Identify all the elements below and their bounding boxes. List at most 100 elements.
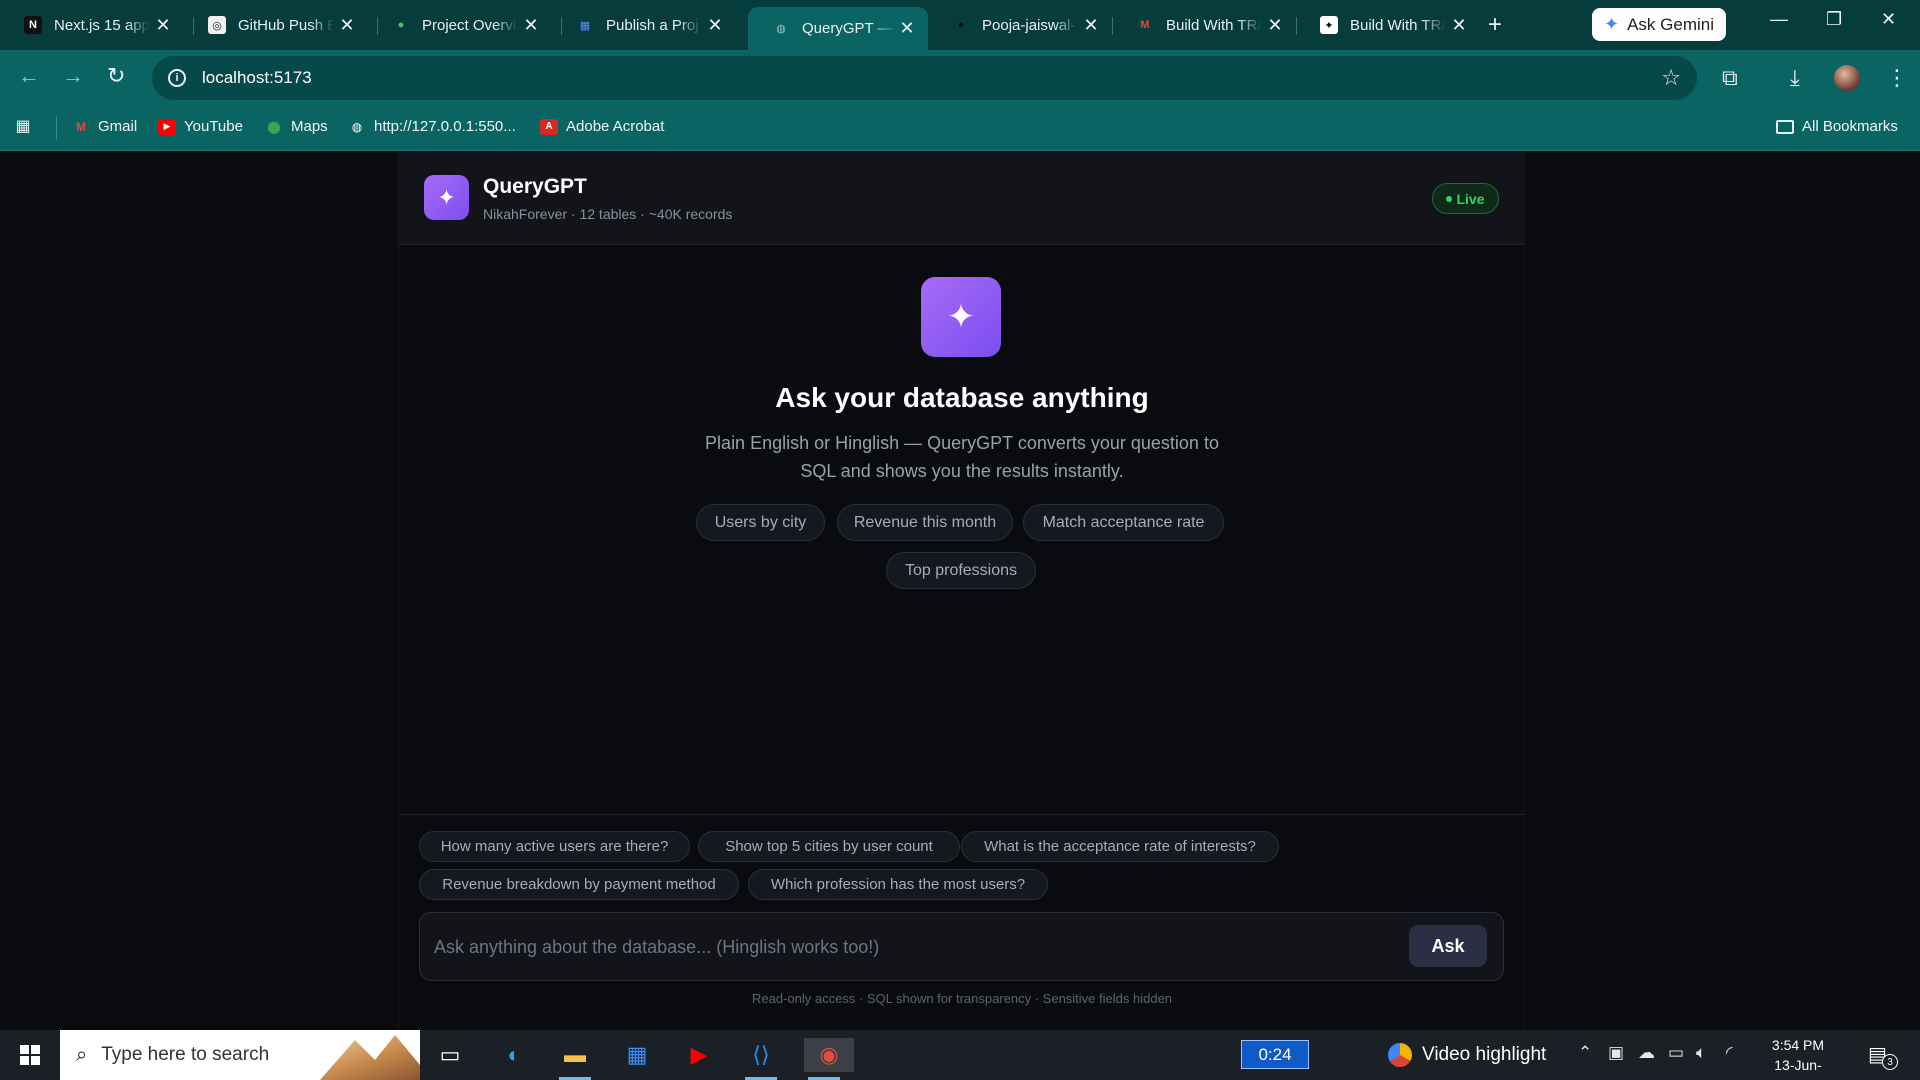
hero-description: Plain English or Hinglish — QueryGPT con… (705, 433, 1219, 481)
leaf-icon: ● (397, 19, 405, 31)
globe-icon: ◍ (776, 23, 786, 35)
bookmark-label: Maps (291, 118, 328, 135)
download-icon[interactable]: ⤓ (1790, 65, 1800, 91)
quick-chip-match-acceptance-rate[interactable]: Match acceptance rate (1023, 504, 1224, 541)
quick-chip-top-professions[interactable]: Top professions (886, 552, 1036, 589)
vscode-icon[interactable]: ⟨⟩ (741, 1038, 781, 1080)
quick-chip-users-by-city[interactable]: Users by city (696, 504, 825, 541)
bookmarks-divider (56, 116, 57, 140)
windows-taskbar: ⌕ Type here to search ▭ ◐ ▬ ▦ ▶ ⟨⟩ ◉ 0:2… (0, 1030, 1920, 1080)
bookmarks-bar: ▦ M Gmail ▶ YouTube ⬤ Maps ◍ http://127.… (0, 107, 1920, 151)
querygpt-app: ✦ QueryGPT NikahForever · 12 tables · ~4… (398, 152, 1525, 1028)
ask-button[interactable]: Ask (1409, 925, 1487, 967)
video-highlight-label: Video highlight (1422, 1044, 1547, 1065)
suggestion-chip[interactable]: How many active users are there? (419, 831, 690, 862)
profile-avatar[interactable] (1834, 65, 1860, 91)
clock-time: 3:54 PM (1771, 1037, 1825, 1053)
footnote: Read-only access · SQL shown for transpa… (751, 991, 1173, 1006)
all-bookmarks[interactable]: All Bookmarks (1776, 118, 1898, 135)
notification-icon[interactable]: ▤ 3 (1868, 1042, 1898, 1070)
suggestion-chip[interactable]: Show top 5 cities by user count (698, 831, 960, 862)
suggestion-chip[interactable]: Revenue breakdown by payment method (419, 869, 739, 900)
meet-icon[interactable]: ▣ (1608, 1043, 1624, 1063)
live-dot-icon (1446, 195, 1453, 202)
browser-tab[interactable]: M Build With TR/ ✕ (1112, 7, 1296, 43)
quick-chip-revenue-this-month[interactable]: Revenue this month (837, 504, 1013, 541)
notification-count: 3 (1882, 1054, 1898, 1070)
search-highlight-image (320, 1035, 420, 1080)
question-input[interactable] (434, 927, 1374, 967)
ask-gemini-button[interactable]: ✦ Ask Gemini (1592, 8, 1726, 41)
close-icon[interactable]: ✕ (706, 15, 724, 36)
back-arrow-icon[interactable]: ← (18, 63, 40, 89)
apps-grid-icon[interactable]: ▦ (14, 118, 32, 135)
video-highlight-icon (1388, 1043, 1412, 1067)
clock[interactable]: 3:54 PM 13-Jun-2026 (1764, 1035, 1832, 1080)
close-icon[interactable]: ✕ (1266, 15, 1284, 36)
wifi-icon[interactable]: ◜ (1726, 1043, 1733, 1063)
close-window-icon[interactable]: ✕ (1881, 9, 1896, 30)
browser-tab-active[interactable]: ◍ QueryGPT — I ✕ (748, 7, 928, 50)
store-icon[interactable]: ▦ (617, 1038, 657, 1072)
browser-tab[interactable]: ✦ Build With TR/ ✕ (1296, 7, 1480, 43)
browser-tab[interactable]: ▦ Publish a Proj ✕ (552, 7, 736, 43)
bookmark-label: http://127.0.0.1:550... (374, 118, 516, 135)
bookmark-localhost[interactable]: ◍ http://127.0.0.1:550... (348, 118, 516, 135)
close-icon[interactable]: ✕ (898, 18, 916, 39)
file-explorer-icon[interactable]: ▬ (555, 1038, 595, 1080)
volume-icon[interactable]: 🔈︎ (1696, 1043, 1706, 1063)
close-icon[interactable]: ✕ (1450, 15, 1468, 36)
spark-icon: ✦ (1320, 16, 1338, 34)
close-icon[interactable]: ✕ (1082, 15, 1100, 36)
grid-icon: ▦ (579, 19, 591, 32)
tab-title: Project Overvie (422, 16, 518, 34)
task-view-icon[interactable]: ▭ (430, 1038, 470, 1072)
status-badge: Live (1432, 183, 1499, 214)
browser-tab[interactable]: ● Pooja-jaiswal- ✕ (928, 7, 1112, 43)
site-info-icon[interactable]: i (168, 69, 186, 87)
onedrive-icon[interactable]: ☁ (1638, 1043, 1655, 1063)
bookmark-star-icon[interactable]: ☆ (1661, 65, 1681, 91)
bookmark-youtube[interactable]: ▶ YouTube (158, 118, 243, 135)
close-icon[interactable]: ✕ (338, 15, 356, 36)
tab-title: QueryGPT — I (802, 20, 898, 37)
taskbar-search[interactable]: ⌕ Type here to search (60, 1030, 420, 1080)
edge-icon[interactable]: ◐ (494, 1038, 534, 1072)
browser-tab[interactable]: ● Project Overvie ✕ (368, 7, 552, 43)
recording-timer[interactable]: 0:24 (1241, 1040, 1309, 1069)
video-highlight[interactable]: Video highlight (1388, 1043, 1546, 1067)
app-header: ✦ QueryGPT NikahForever · 12 tables · ~4… (399, 152, 1525, 245)
forward-arrow-icon[interactable]: → (62, 63, 84, 89)
restore-icon[interactable]: ❐ (1826, 9, 1842, 30)
address-bar[interactable]: i localhost:5173 ☆ (152, 56, 1697, 100)
sparkle-hero-icon: ✦ (921, 277, 1001, 357)
new-tab-plus-icon[interactable]: + (1488, 11, 1502, 39)
app-title: QueryGPT (483, 175, 587, 198)
browser-tab[interactable]: N Next.js 15 app ✕ (0, 7, 184, 43)
minimize-icon[interactable]: — (1770, 9, 1788, 30)
suggestion-chip[interactable]: What is the acceptance rate of interests… (961, 831, 1279, 862)
bookmark-label: Gmail (98, 118, 138, 135)
chrome-icon[interactable]: ◉ (804, 1038, 854, 1080)
status-label: Live (1456, 190, 1485, 207)
bookmark-gmail[interactable]: M Gmail (72, 118, 137, 135)
close-icon[interactable]: ✕ (522, 15, 540, 36)
chevron-up-icon[interactable]: ⌃ (1578, 1043, 1592, 1063)
menu-kebab-icon[interactable]: ⋮ (1886, 65, 1908, 91)
windows-start-icon[interactable] (20, 1045, 40, 1065)
sparkle-logo-icon: ✦ (424, 175, 469, 220)
bookmark-acrobat[interactable]: A Adobe Acrobat (540, 118, 664, 135)
youtube-app-icon[interactable]: ▶ (679, 1038, 719, 1072)
gmail-icon: M (76, 119, 86, 134)
bookmark-maps[interactable]: ⬤ Maps (265, 118, 328, 135)
question-composer: Ask (419, 912, 1504, 981)
github-icon: ● (957, 19, 965, 31)
suggestion-chip[interactable]: Which profession has the most users? (748, 869, 1048, 900)
close-icon[interactable]: ✕ (154, 15, 172, 36)
hero-title: Ask your database anything (775, 382, 1149, 413)
extensions-icon[interactable]: ⧉ (1722, 65, 1738, 91)
reload-icon[interactable]: ↻ (107, 63, 125, 89)
battery-icon[interactable]: ▭ (1668, 1043, 1684, 1063)
browser-tab[interactable]: ◎ GitHub Push E ✕ (184, 7, 368, 43)
youtube-icon: ▶ (158, 118, 176, 135)
